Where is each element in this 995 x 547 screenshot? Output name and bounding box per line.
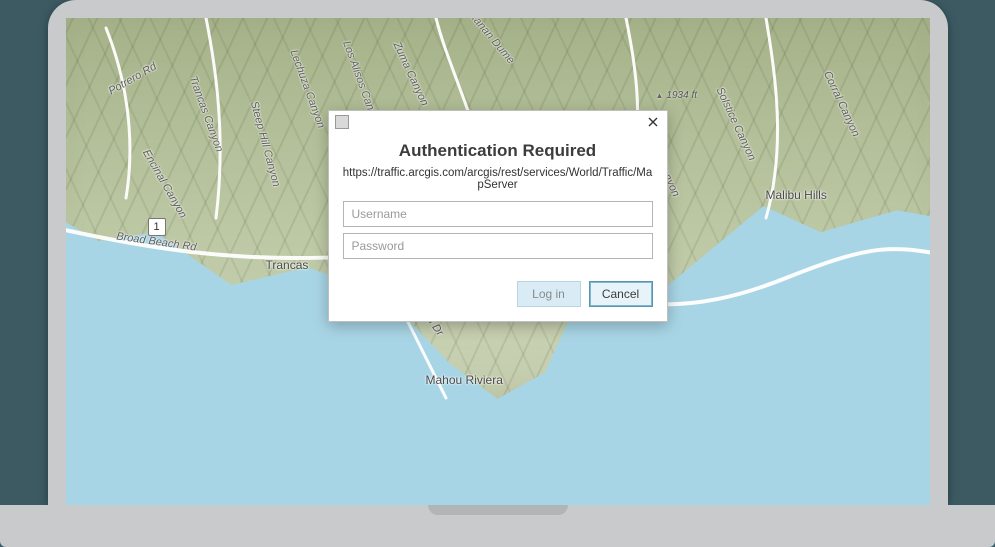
label-trancas: Trancas <box>266 258 309 272</box>
window-system-icon <box>335 115 349 129</box>
dialog-titlebar <box>329 111 667 133</box>
label-mahou-riviera: Mahou Riviera <box>426 373 503 387</box>
close-icon[interactable] <box>645 114 661 130</box>
password-input[interactable] <box>343 233 653 259</box>
label-malibu-hills: Malibu Hills <box>766 188 827 202</box>
hwy-shield-left: 1 <box>148 218 166 236</box>
login-button[interactable]: Log in <box>517 281 581 307</box>
dialog-url: https://traffic.arcgis.com/arcgis/rest/s… <box>343 167 653 191</box>
auth-dialog: Authentication Required https://traffic.… <box>328 110 668 322</box>
dialog-body: Authentication Required https://traffic.… <box>329 133 667 321</box>
username-input[interactable] <box>343 201 653 227</box>
cancel-button[interactable]: Cancel <box>589 281 653 307</box>
dialog-title: Authentication Required <box>343 141 653 161</box>
laptop-frame: Potrero Rd Trancas Canyon Encinal Canyon… <box>48 0 948 505</box>
app-screen: Potrero Rd Trancas Canyon Encinal Canyon… <box>66 18 930 505</box>
laptop-base <box>0 505 995 547</box>
peak-1934: 1934 ft <box>656 90 698 101</box>
